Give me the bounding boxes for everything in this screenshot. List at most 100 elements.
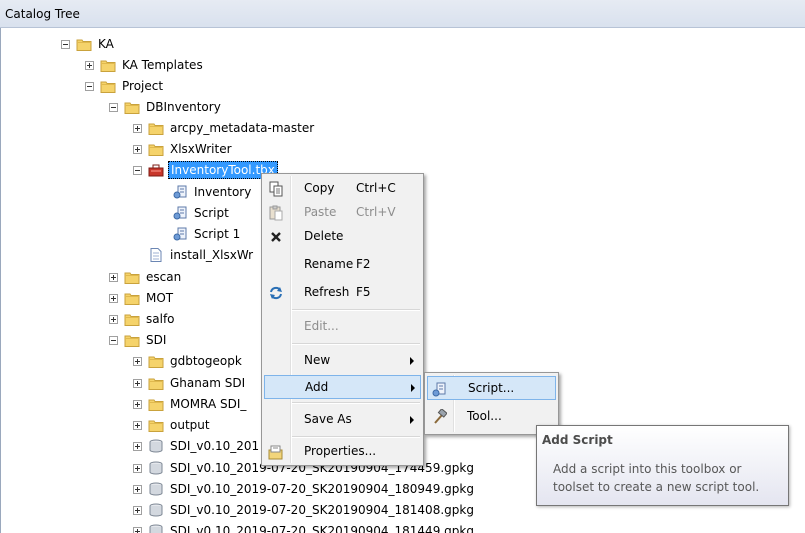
collapse-icon[interactable] <box>61 39 70 49</box>
tree-item-label: Project <box>122 79 164 93</box>
expand-icon[interactable] <box>133 399 142 409</box>
expand-icon[interactable] <box>133 441 142 451</box>
tree-item[interactable]: Ghanam SDI <box>133 373 247 393</box>
tree-item[interactable]: InventoryTool.tbx <box>133 160 278 180</box>
tree-item[interactable]: SDI_v0.10_201 <box>133 436 261 456</box>
tree-item-label: XlsxWriter <box>170 142 232 156</box>
tree-item[interactable]: escan <box>109 267 183 287</box>
expand-icon[interactable] <box>133 484 142 494</box>
folder-icon <box>124 270 140 284</box>
copy-icon <box>268 181 284 197</box>
collapse-icon[interactable] <box>109 102 118 112</box>
menu-item-edit[interactable]: Edit... <box>264 315 421 339</box>
script-icon <box>172 185 188 199</box>
tree-item-label: DBInventory <box>146 100 221 114</box>
tree-item[interactable]: SDI_v0.10_2019-07-20_SK20190904_181449.g… <box>133 521 476 533</box>
tree-item[interactable]: DBInventory <box>109 97 223 117</box>
expand-icon[interactable] <box>85 60 94 70</box>
menu-item-copy[interactable]: Copy Ctrl+C <box>264 177 421 201</box>
folder-icon <box>148 142 164 156</box>
tree-item-label: SDI_v0.10_2019-07-20_SK20190904_181408.g… <box>170 503 474 517</box>
folder-icon <box>124 312 140 326</box>
script-icon <box>172 227 188 241</box>
refresh-icon <box>268 285 284 301</box>
context-menu: Copy Ctrl+C Paste Ctrl+V Delete Rename F… <box>261 173 424 466</box>
folder-icon <box>124 291 140 305</box>
file-icon <box>148 248 164 262</box>
tree-item[interactable]: output <box>133 415 212 435</box>
database-icon <box>148 503 164 517</box>
folder-icon <box>148 397 164 411</box>
folder-icon <box>100 58 116 72</box>
menu-separator <box>292 309 420 311</box>
tree-item-label: Inventory <box>194 185 252 199</box>
menu-item-rename[interactable]: Rename F2 <box>264 253 421 277</box>
menu-item-refresh[interactable]: Refresh F5 <box>264 281 421 305</box>
tree-item[interactable]: arcpy_metadata-master <box>133 118 316 138</box>
menu-item-paste[interactable]: Paste Ctrl+V <box>264 201 421 225</box>
script-icon <box>172 206 188 220</box>
submenu-arrow-icon <box>411 384 415 392</box>
tree-item[interactable]: MOT <box>109 288 175 308</box>
menu-separator <box>292 402 420 404</box>
menu-item-properties[interactable]: Properties... <box>264 440 421 464</box>
collapse-icon[interactable] <box>85 81 94 91</box>
tooltip-add-script: Add Script Add a script into this toolbo… <box>536 425 789 506</box>
submenu-item-script[interactable]: Script... <box>427 376 556 400</box>
expand-icon[interactable] <box>109 272 118 282</box>
tooltip-title: Add Script <box>542 433 613 447</box>
tree-item-label: install_XlsxWr <box>170 248 254 262</box>
tree-item[interactable]: gdbtogeopk <box>133 351 244 371</box>
tree-item[interactable]: install_XlsxWr <box>133 245 255 265</box>
tree-item[interactable]: SDI <box>109 330 168 350</box>
folder-icon <box>124 333 140 347</box>
expand-icon[interactable] <box>109 293 118 303</box>
tree-item-label: Script 1 <box>194 227 241 241</box>
expand-icon[interactable] <box>109 314 118 324</box>
tooltip-body: Add a script into this toolbox or toolse… <box>553 462 760 494</box>
expand-icon[interactable] <box>133 505 142 515</box>
tree-item-label: SDI_v0.10_2019-07-20_SK20190904_180949.g… <box>170 482 474 496</box>
menu-item-add[interactable]: Add <box>264 375 421 399</box>
delete-icon <box>268 229 284 245</box>
tree-item[interactable]: MOMRA SDI_ <box>133 394 248 414</box>
tree-item[interactable]: Script 1 <box>157 224 242 244</box>
tree-item[interactable]: SDI_v0.10_2019-07-20_SK20190904_180949.g… <box>133 479 476 499</box>
tree-item[interactable]: Project <box>85 76 165 96</box>
tree-item[interactable]: XlsxWriter <box>133 139 234 159</box>
expand-icon[interactable] <box>133 123 142 133</box>
tree-item[interactable]: SDI_v0.10_2019-07-20_SK20190904_181408.g… <box>133 500 476 520</box>
expand-icon[interactable] <box>133 378 142 388</box>
tree-item-label: SDI_v0.10_2019-07-20_SK20190904_181449.g… <box>170 524 474 533</box>
tree-item-label: SDI_v0.10_201 <box>170 439 260 453</box>
expand-icon[interactable] <box>133 420 142 430</box>
expand-icon[interactable] <box>133 356 142 366</box>
menu-item-new[interactable]: New <box>264 349 421 373</box>
folder-icon <box>124 100 140 114</box>
toolbox-icon <box>148 163 164 177</box>
tree-item[interactable]: KA Templates <box>85 55 205 75</box>
database-icon <box>148 439 164 453</box>
collapse-icon[interactable] <box>109 335 118 345</box>
expand-icon[interactable] <box>133 526 142 533</box>
collapse-icon[interactable] <box>133 165 142 175</box>
submenu-arrow-icon <box>410 416 414 424</box>
expand-icon[interactable] <box>133 144 142 154</box>
paste-icon <box>268 205 284 221</box>
tree-item[interactable]: salfo <box>109 309 177 329</box>
database-icon <box>148 524 164 533</box>
menu-item-delete[interactable]: Delete <box>264 225 421 249</box>
tree-item-label: SDI <box>146 333 167 347</box>
tree-item-label: salfo <box>146 312 175 326</box>
expand-icon[interactable] <box>133 463 142 473</box>
tree-item[interactable]: KA <box>61 34 116 54</box>
menu-item-save-as[interactable]: Save As <box>264 408 421 432</box>
folder-icon <box>148 121 164 135</box>
tree-item[interactable]: Script <box>157 203 231 223</box>
tree-item[interactable]: Inventory <box>157 182 253 202</box>
database-icon <box>148 482 164 496</box>
menu-separator <box>292 343 420 345</box>
folder-icon <box>148 354 164 368</box>
folder-icon <box>148 376 164 390</box>
tree-item-label: output <box>170 418 210 432</box>
